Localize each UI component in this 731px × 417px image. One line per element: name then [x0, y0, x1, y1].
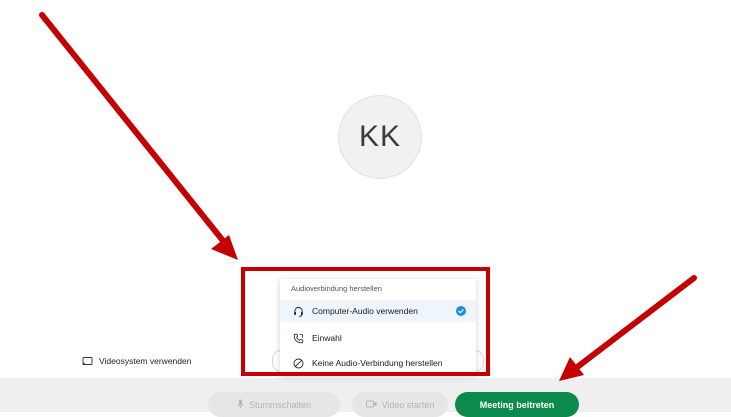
annotation-arrows [39, 12, 697, 381]
annotation-arrow-bottom-right [559, 275, 697, 381]
annotation-arrow-top-left [39, 12, 238, 260]
